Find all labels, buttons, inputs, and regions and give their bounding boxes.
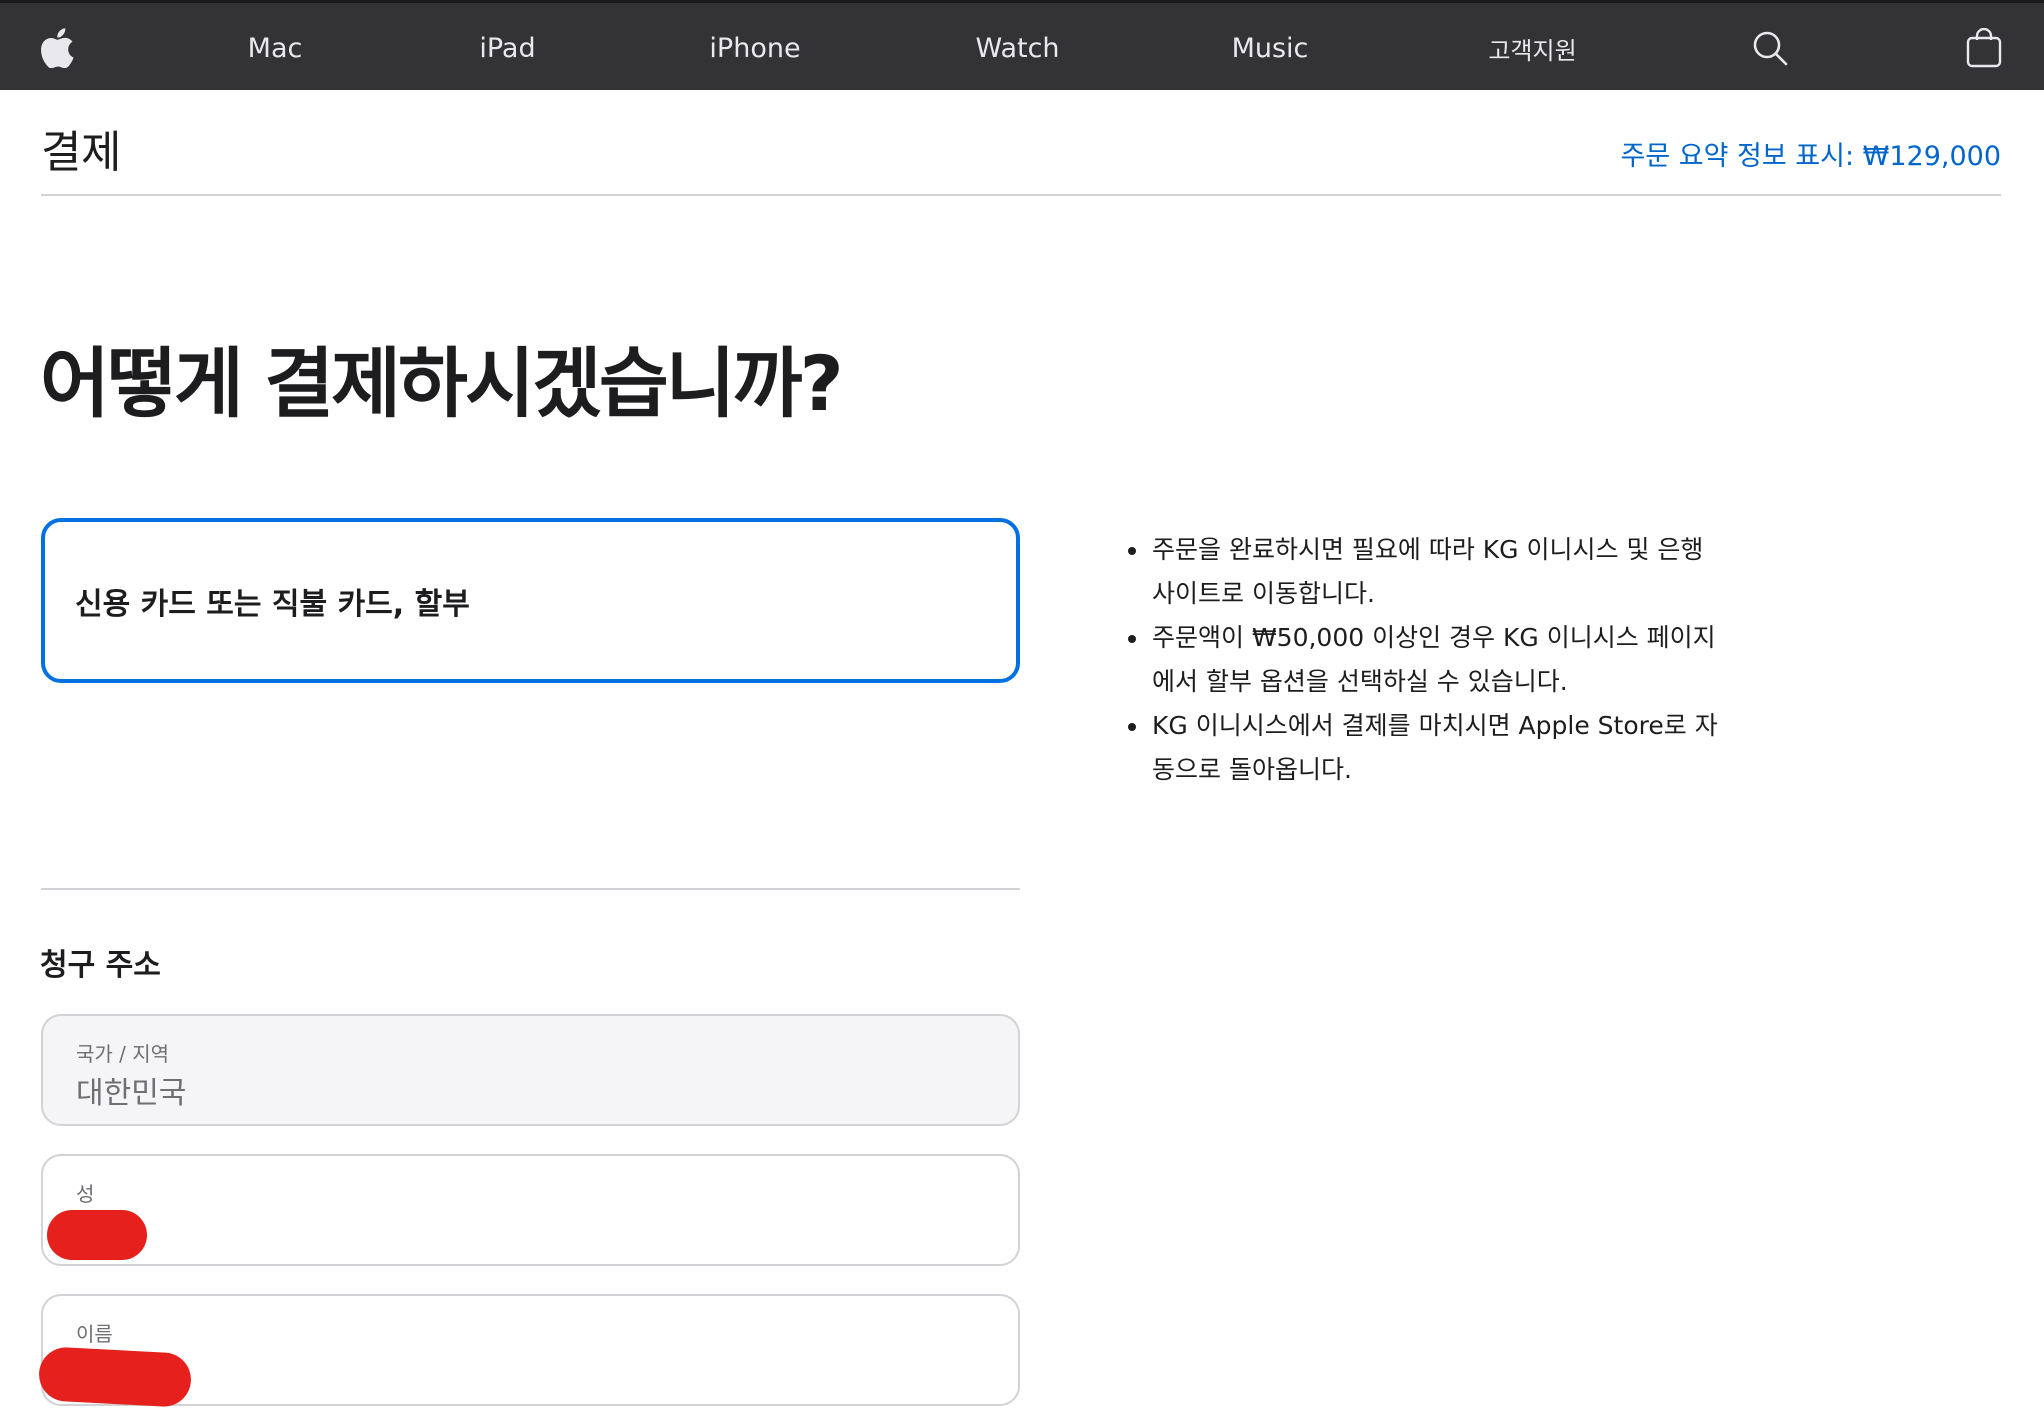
nav-item-music[interactable]: Music (1225, 3, 1315, 93)
billing-address-heading: 청구 주소 (40, 948, 161, 983)
payment-info-list: 주문을 완료하시면 필요에 따라 KG 이니시스 및 은행 사이트로 이동합니다… (1128, 528, 1728, 792)
search-icon[interactable] (1750, 3, 1790, 93)
global-nav: Mac iPad iPhone Watch Music 고객지원 (0, 0, 2044, 90)
nav-item-mac[interactable]: Mac (235, 3, 315, 93)
info-item: 주문을 완료하시면 필요에 따라 KG 이니시스 및 은행 사이트로 이동합니다… (1128, 528, 1728, 616)
last-name-field[interactable]: 성 (41, 1154, 1020, 1266)
nav-item-iphone[interactable]: iPhone (705, 3, 805, 93)
country-region-label: 국가 / 지역 (76, 1042, 170, 1066)
info-item: 주문액이 ₩50,000 이상인 경우 KG 이니시스 페이지에서 할부 옵션을… (1128, 616, 1728, 704)
apple-logo-icon[interactable] (34, 3, 80, 93)
nav-item-support[interactable]: 고객지원 (1480, 3, 1585, 93)
checkout-header: 결제 주문 요약 정보 표시: ₩129,000 (41, 90, 2001, 196)
section-divider (41, 888, 1020, 890)
country-region-field: 국가 / 지역 대한민국 (41, 1014, 1020, 1126)
order-summary-link[interactable]: 주문 요약 정보 표시: ₩129,000 (1621, 134, 2002, 173)
country-region-value: 대한민국 (76, 1076, 187, 1111)
shopping-bag-icon[interactable] (1962, 3, 2006, 93)
first-name-label: 이름 (76, 1322, 113, 1346)
payment-option-card[interactable]: 신용 카드 또는 직불 카드, 할부 (41, 518, 1020, 683)
first-name-field[interactable]: 이름 (37, 1294, 1020, 1408)
nav-item-ipad[interactable]: iPad (465, 3, 550, 93)
last-name-label: 성 (76, 1182, 95, 1206)
payment-option-label: 신용 카드 또는 직불 카드, 할부 (75, 586, 470, 622)
payment-heading: 어떻게 결제하시겠습니까? (40, 339, 844, 428)
info-item: KG 이니시스에서 결제를 마치시면 Apple Store로 자동으로 돌아옵… (1128, 704, 1728, 792)
page-title: 결제 (41, 127, 121, 178)
redaction-mark (47, 1210, 147, 1260)
nav-item-watch[interactable]: Watch (970, 3, 1065, 93)
redaction-mark (37, 1346, 193, 1408)
